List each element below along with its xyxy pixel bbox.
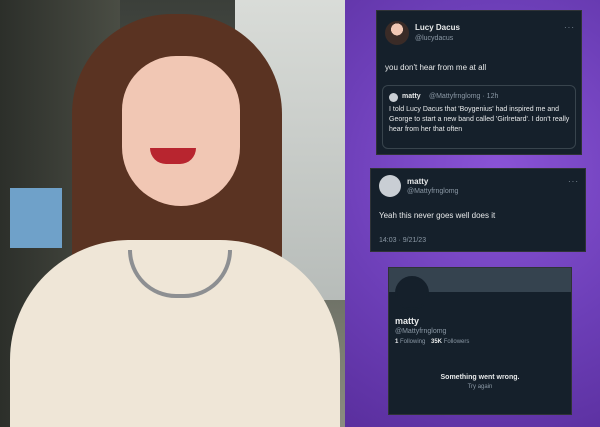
avatar-lucy[interactable]	[385, 21, 409, 45]
tweet-author-handle[interactable]: @Mattyfrnglomg	[407, 188, 458, 195]
tweet-card-matty[interactable]: matty @Mattyfrnglomg ··· Yeah this never…	[370, 168, 586, 252]
following-count: 1	[395, 339, 399, 345]
tweet-author-name[interactable]: matty	[407, 177, 428, 186]
tweet-timestamp[interactable]: 14:03 · 9/21/23	[379, 237, 426, 244]
profile-name: matty	[395, 316, 420, 326]
quoted-tweet-text: I told Lucy Dacus that 'Boygenius' had i…	[389, 106, 570, 133]
following-label: Following	[400, 339, 426, 345]
try-again-link[interactable]: Try again	[389, 384, 571, 390]
profile-card: matty @Mattyfrnglomg 1 Following 35K Fol…	[388, 267, 572, 415]
avatar-matty[interactable]	[379, 175, 401, 197]
more-options-icon[interactable]: ···	[568, 177, 579, 186]
tweet-card-lucy[interactable]: Lucy Dacus @lucydacus ··· you don't hear…	[376, 10, 582, 155]
followers-count: 35K	[431, 339, 443, 345]
following-stat[interactable]: 1 Following	[395, 339, 425, 345]
tweet-text: you don't hear from me at all	[385, 63, 487, 72]
tweet-text: Yeah this never goes well does it	[379, 211, 496, 220]
photo-of-person	[0, 0, 345, 427]
quoted-tweet[interactable]: matty @Mattyfrnglomg · 12h I told Lucy D…	[382, 85, 576, 149]
avatar-matty-small	[389, 93, 398, 102]
quoted-tweet-author[interactable]: matty	[402, 93, 421, 100]
followers-label: Followers	[443, 339, 470, 345]
more-options-icon[interactable]: ···	[564, 23, 575, 32]
tweet-author-name[interactable]: Lucy Dacus	[415, 23, 460, 32]
profile-handle: @Mattyfrnglomg	[395, 328, 447, 335]
profile-avatar[interactable]	[395, 276, 429, 310]
photo-face	[122, 56, 240, 206]
quoted-tweet-meta: @Mattyfrnglomg · 12h	[429, 93, 499, 100]
followers-stat[interactable]: 35K Followers	[431, 339, 469, 345]
error-message: Something went wrong.	[440, 374, 520, 381]
photo-blue-box	[10, 188, 62, 248]
tweet-author-handle[interactable]: @lucydacus	[415, 35, 453, 42]
